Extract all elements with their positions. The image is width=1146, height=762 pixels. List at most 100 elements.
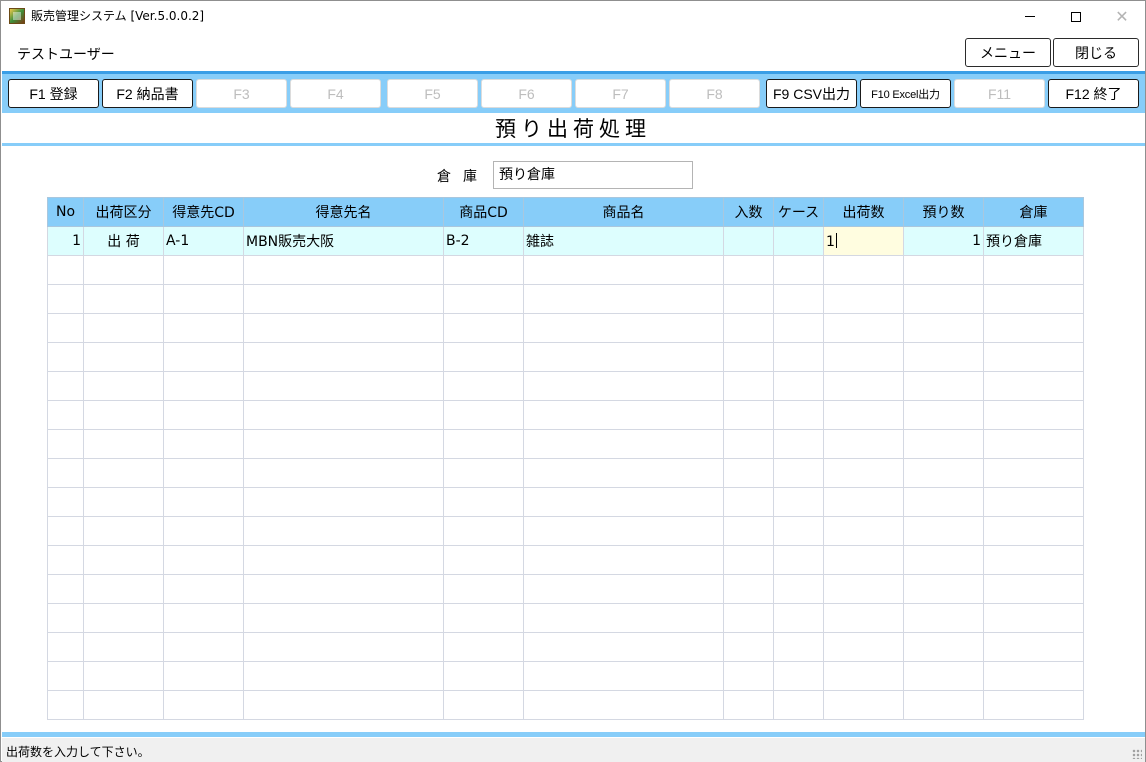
grid-cell[interactable]: [83, 603, 164, 633]
grid-cell[interactable]: [983, 284, 1084, 314]
grid-cell[interactable]: [723, 603, 774, 633]
grid-cell[interactable]: [723, 255, 774, 285]
grid-cell[interactable]: [903, 313, 984, 343]
grid-cell[interactable]: [983, 516, 1084, 546]
grid-cell[interactable]: 1: [903, 226, 984, 256]
grid-cell[interactable]: [723, 690, 774, 720]
grid-cell[interactable]: [47, 690, 84, 720]
grid-cell[interactable]: [243, 632, 444, 662]
grid-cell[interactable]: [83, 487, 164, 517]
table-row[interactable]: [47, 255, 1084, 285]
grid-cell[interactable]: 出 荷: [83, 226, 164, 256]
fkey-f10-button[interactable]: F10 Excel出力: [860, 79, 951, 108]
grid-cell[interactable]: [47, 458, 84, 488]
grid-cell[interactable]: [983, 545, 1084, 575]
grid-cell[interactable]: [523, 516, 724, 546]
grid-cell[interactable]: [243, 400, 444, 430]
grid-cell[interactable]: [163, 400, 244, 430]
grid-cell[interactable]: [723, 661, 774, 691]
grid-cell[interactable]: [243, 313, 444, 343]
grid-cell[interactable]: [983, 458, 1084, 488]
grid-cell[interactable]: [523, 574, 724, 604]
grid-cell[interactable]: [243, 371, 444, 401]
resize-grip-icon[interactable]: [1132, 749, 1142, 759]
table-row[interactable]: [47, 487, 1084, 517]
grid-cell[interactable]: [983, 313, 1084, 343]
grid-cell[interactable]: [47, 603, 84, 633]
grid-cell[interactable]: [163, 516, 244, 546]
fkey-f11-button[interactable]: F11: [954, 79, 1045, 108]
grid-cell[interactable]: [983, 429, 1084, 459]
grid-cell[interactable]: [83, 284, 164, 314]
fkey-f6-button[interactable]: F6: [481, 79, 572, 108]
grid-cell[interactable]: [723, 371, 774, 401]
fkey-f2-button[interactable]: F2 納品書: [102, 79, 193, 108]
grid-column-header[interactable]: 得意先名: [243, 197, 444, 227]
grid-cell[interactable]: [243, 661, 444, 691]
grid-column-header[interactable]: No: [47, 197, 84, 227]
table-row[interactable]: [47, 574, 1084, 604]
grid-cell[interactable]: [823, 516, 904, 546]
table-row[interactable]: [47, 516, 1084, 546]
grid-cell[interactable]: [903, 661, 984, 691]
grid-cell[interactable]: [773, 400, 824, 430]
grid-cell[interactable]: [523, 255, 724, 285]
grid-cell[interactable]: [83, 429, 164, 459]
grid-column-header[interactable]: 出荷区分: [83, 197, 164, 227]
grid-cell[interactable]: [823, 255, 904, 285]
grid-cell[interactable]: [903, 690, 984, 720]
grid-cell[interactable]: [163, 458, 244, 488]
minimize-button[interactable]: [1007, 1, 1053, 32]
grid-cell[interactable]: [523, 487, 724, 517]
grid-cell[interactable]: [523, 284, 724, 314]
grid-column-header[interactable]: 預り数: [903, 197, 984, 227]
grid-cell[interactable]: [823, 342, 904, 372]
grid-cell[interactable]: [773, 371, 824, 401]
grid-cell[interactable]: [443, 690, 524, 720]
grid-cell[interactable]: [523, 429, 724, 459]
grid-cell[interactable]: [723, 429, 774, 459]
grid-cell[interactable]: [723, 342, 774, 372]
grid-cell[interactable]: [523, 400, 724, 430]
table-row[interactable]: [47, 400, 1084, 430]
grid-cell[interactable]: [983, 400, 1084, 430]
grid-cell[interactable]: [773, 487, 824, 517]
grid-column-header[interactable]: 商品名: [523, 197, 724, 227]
grid-cell[interactable]: [723, 226, 774, 256]
grid-cell[interactable]: [163, 603, 244, 633]
grid-cell[interactable]: [163, 371, 244, 401]
fkey-f8-button[interactable]: F8: [669, 79, 760, 108]
table-row[interactable]: [47, 632, 1084, 662]
grid-cell[interactable]: [823, 661, 904, 691]
grid-cell[interactable]: [903, 284, 984, 314]
grid-cell[interactable]: [443, 632, 524, 662]
grid-cell[interactable]: [83, 342, 164, 372]
grid-cell[interactable]: [773, 574, 824, 604]
grid-cell[interactable]: [47, 371, 84, 401]
grid-cell[interactable]: [443, 487, 524, 517]
grid-cell[interactable]: [723, 632, 774, 662]
grid-cell[interactable]: [523, 313, 724, 343]
grid-cell[interactable]: [47, 632, 84, 662]
fkey-f3-button[interactable]: F3: [196, 79, 287, 108]
grid-cell[interactable]: [983, 371, 1084, 401]
grid-cell[interactable]: [243, 429, 444, 459]
fkey-f1-button[interactable]: F1 登録: [8, 79, 99, 108]
grid-cell[interactable]: [243, 255, 444, 285]
grid-cell[interactable]: [723, 313, 774, 343]
grid-cell[interactable]: [163, 545, 244, 575]
grid-cell[interactable]: [823, 400, 904, 430]
grid-cell[interactable]: [773, 458, 824, 488]
grid-cell[interactable]: [983, 690, 1084, 720]
grid-cell[interactable]: [443, 429, 524, 459]
window-close-button[interactable]: ✕: [1099, 1, 1145, 32]
grid-cell[interactable]: [723, 458, 774, 488]
grid-cell[interactable]: [983, 632, 1084, 662]
grid-cell[interactable]: [83, 545, 164, 575]
grid-cell[interactable]: [443, 284, 524, 314]
grid-cell[interactable]: [773, 632, 824, 662]
grid-cell[interactable]: [983, 255, 1084, 285]
grid-cell[interactable]: [823, 458, 904, 488]
grid-cell[interactable]: [903, 516, 984, 546]
grid-cell[interactable]: [243, 690, 444, 720]
